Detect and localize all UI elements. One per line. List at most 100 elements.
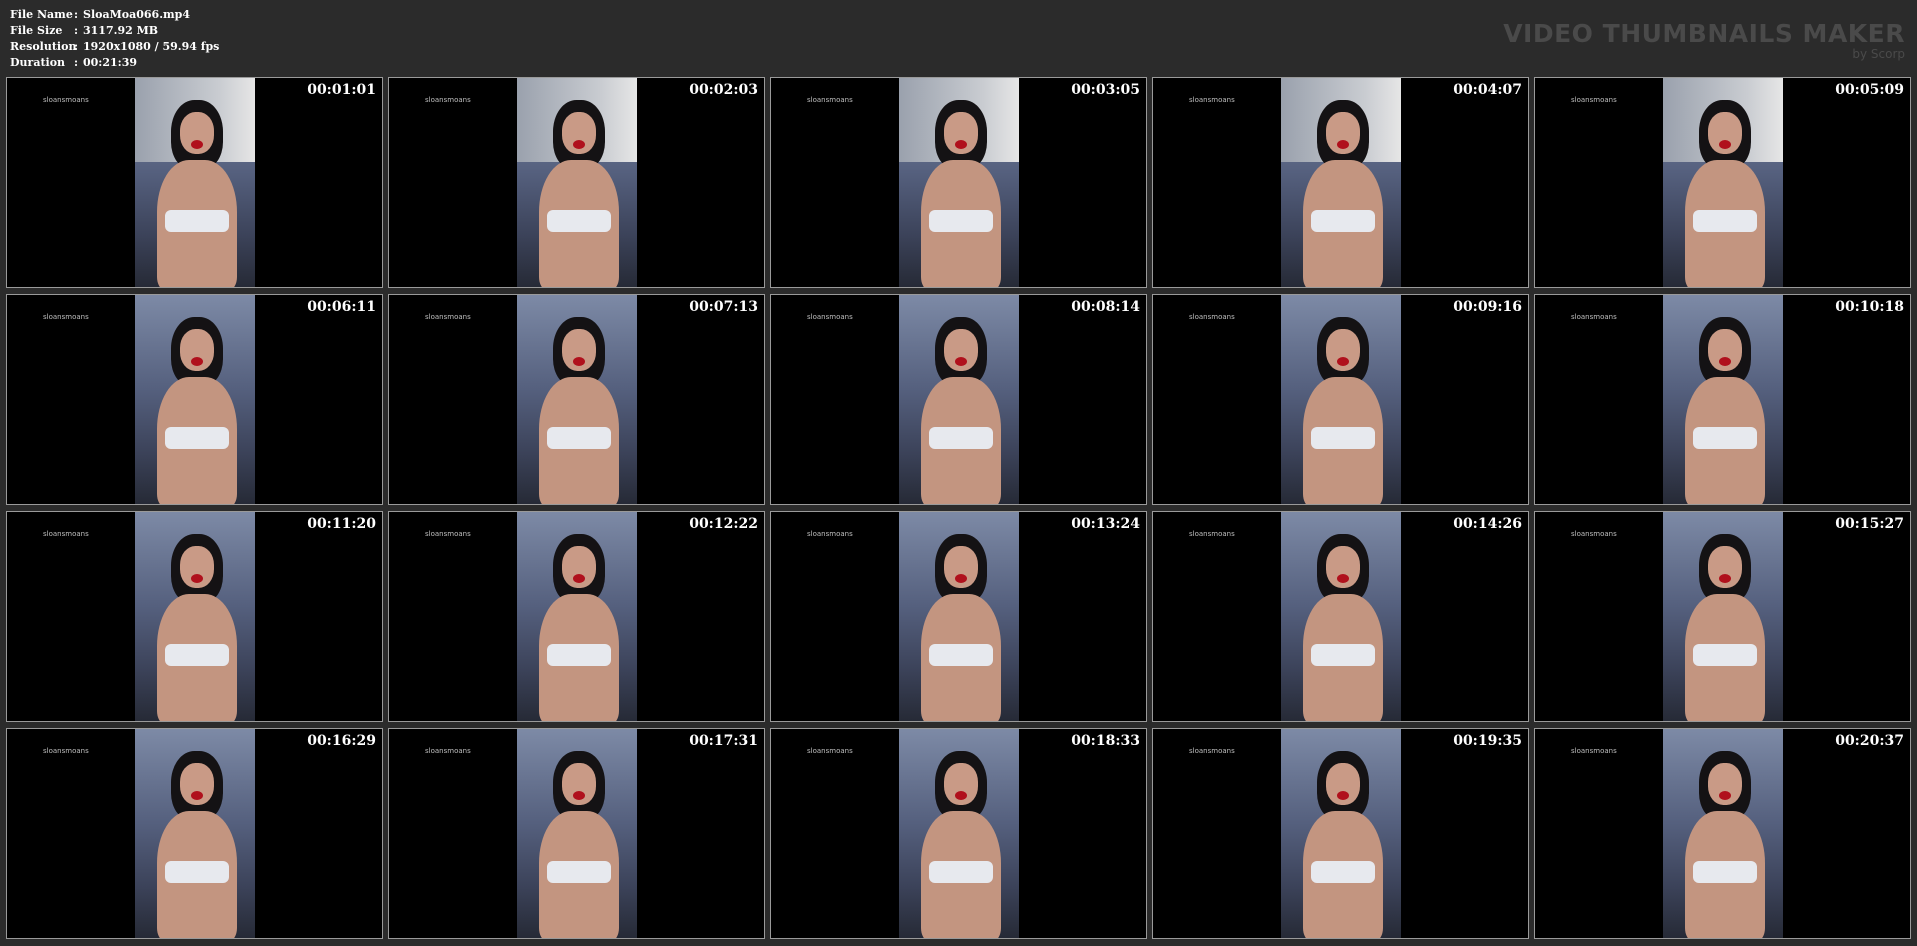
duration-label: Duration (10, 56, 66, 69)
frame-top-shape (1693, 210, 1757, 232)
resolution-row: Resolution : 1920x1080 / 59.94 fps (10, 39, 219, 55)
frame-mouth-shape (1337, 791, 1349, 800)
video-thumbnail[interactable]: sloansmoans 00:19:35 (1152, 728, 1529, 939)
video-thumbnail[interactable]: sloansmoans 00:16:29 (6, 728, 383, 939)
frame-top-shape (1311, 210, 1375, 232)
file-info-panel: File Name : SloaMoa066.mp4 File Size : 3… (10, 7, 219, 71)
frame-top-shape (1311, 644, 1375, 666)
file-name-value: SloaMoa066.mp4 (83, 8, 191, 21)
video-thumbnail[interactable]: sloansmoans 00:05:09 (1534, 77, 1911, 288)
frame-mouth-shape (1337, 140, 1349, 149)
thumbnail-frame-image (1663, 78, 1783, 287)
thumbnail-timestamp: 00:12:22 (689, 516, 758, 532)
thumbnail-timestamp: 00:01:01 (307, 82, 376, 98)
resolution-label: Resolution (10, 40, 77, 53)
thumbnail-timestamp: 00:17:31 (689, 733, 758, 749)
frame-top-shape (929, 644, 993, 666)
video-thumbnail[interactable]: sloansmoans 00:14:26 (1152, 511, 1529, 722)
duration-value: 00:21:39 (83, 56, 138, 69)
watermark-text: sloansmoans (1571, 313, 1617, 321)
frame-mouth-shape (1719, 791, 1731, 800)
video-thumbnail[interactable]: sloansmoans 00:12:22 (388, 511, 765, 722)
thumbnail-frame-image (899, 78, 1019, 287)
thumbnail-frame-image (899, 295, 1019, 504)
brand-subtitle: by Scorp (1852, 47, 1905, 61)
frame-top-shape (929, 861, 993, 883)
video-thumbnail[interactable]: sloansmoans 00:04:07 (1152, 77, 1529, 288)
watermark-text: sloansmoans (807, 747, 853, 755)
frame-top-shape (1311, 427, 1375, 449)
frame-mouth-shape (1337, 357, 1349, 366)
thumbnail-timestamp: 00:05:09 (1835, 82, 1904, 98)
frame-mouth-shape (1719, 357, 1731, 366)
duration-separator: : (74, 56, 79, 69)
file-name-row: File Name : SloaMoa066.mp4 (10, 7, 219, 23)
frame-mouth-shape (955, 140, 967, 149)
watermark-text: sloansmoans (1189, 313, 1235, 321)
thumbnail-frame-image (135, 295, 255, 504)
thumbnail-timestamp: 00:14:26 (1453, 516, 1522, 532)
video-thumbnail[interactable]: sloansmoans 00:03:05 (770, 77, 1147, 288)
video-thumbnail[interactable]: sloansmoans 00:08:14 (770, 294, 1147, 505)
watermark-text: sloansmoans (1189, 747, 1235, 755)
file-name-label: File Name (10, 8, 73, 21)
watermark-text: sloansmoans (43, 747, 89, 755)
video-thumbnail[interactable]: sloansmoans 00:17:31 (388, 728, 765, 939)
frame-top-shape (547, 861, 611, 883)
video-thumbnail[interactable]: sloansmoans 00:10:18 (1534, 294, 1911, 505)
video-thumbnail[interactable]: sloansmoans 00:06:11 (6, 294, 383, 505)
watermark-text: sloansmoans (43, 96, 89, 104)
thumbnail-timestamp: 00:03:05 (1071, 82, 1140, 98)
frame-top-shape (165, 210, 229, 232)
thumbnail-timestamp: 00:09:16 (1453, 299, 1522, 315)
video-thumbnail[interactable]: sloansmoans 00:09:16 (1152, 294, 1529, 505)
thumbnail-frame-image (1281, 295, 1401, 504)
thumbnail-timestamp: 00:04:07 (1453, 82, 1522, 98)
thumbnail-timestamp: 00:02:03 (689, 82, 758, 98)
watermark-text: sloansmoans (1189, 530, 1235, 538)
frame-mouth-shape (191, 791, 203, 800)
video-thumbnail[interactable]: sloansmoans 00:18:33 (770, 728, 1147, 939)
watermark-text: sloansmoans (43, 313, 89, 321)
video-thumbnail[interactable]: sloansmoans 00:20:37 (1534, 728, 1911, 939)
thumbnail-frame-image (517, 78, 637, 287)
brand-logo: VIDEO THUMBNAILS MAKER by Scorp (1503, 20, 1905, 61)
thumbnail-frame-image (1281, 512, 1401, 721)
file-size-value: 3117.92 MB (83, 24, 159, 37)
frame-top-shape (547, 644, 611, 666)
file-size-separator: : (74, 24, 79, 37)
thumbnail-frame-image (135, 78, 255, 287)
video-thumbnail[interactable]: sloansmoans 00:13:24 (770, 511, 1147, 722)
video-thumbnail[interactable]: sloansmoans 00:15:27 (1534, 511, 1911, 722)
frame-mouth-shape (1719, 140, 1731, 149)
thumbnail-frame-image (517, 295, 637, 504)
frame-top-shape (1693, 644, 1757, 666)
video-thumbnail[interactable]: sloansmoans 00:11:20 (6, 511, 383, 722)
thumbnail-timestamp: 00:18:33 (1071, 733, 1140, 749)
thumbnail-timestamp: 00:15:27 (1835, 516, 1904, 532)
thumbnail-timestamp: 00:19:35 (1453, 733, 1522, 749)
thumbnail-frame-image (1663, 729, 1783, 938)
watermark-text: sloansmoans (807, 96, 853, 104)
thumbnail-frame-image (517, 512, 637, 721)
video-thumbnail[interactable]: sloansmoans 00:01:01 (6, 77, 383, 288)
watermark-text: sloansmoans (807, 530, 853, 538)
file-size-label: File Size (10, 24, 63, 37)
frame-mouth-shape (191, 357, 203, 366)
frame-top-shape (165, 861, 229, 883)
frame-top-shape (1693, 861, 1757, 883)
thumbnail-frame-image (517, 729, 637, 938)
thumbnail-grid: sloansmoans 00:01:01 sloansmoans 00:02:03 sl… (6, 77, 1911, 939)
duration-row: Duration : 00:21:39 (10, 55, 219, 71)
watermark-text: sloansmoans (425, 313, 471, 321)
watermark-text: sloansmoans (1189, 96, 1235, 104)
video-thumbnail[interactable]: sloansmoans 00:02:03 (388, 77, 765, 288)
file-size-row: File Size : 3117.92 MB (10, 23, 219, 39)
frame-top-shape (165, 644, 229, 666)
thumbnail-timestamp: 00:11:20 (307, 516, 376, 532)
frame-mouth-shape (191, 140, 203, 149)
resolution-value: 1920x1080 / 59.94 fps (83, 40, 220, 53)
thumbnail-frame-image (899, 729, 1019, 938)
frame-mouth-shape (573, 791, 585, 800)
video-thumbnail[interactable]: sloansmoans 00:07:13 (388, 294, 765, 505)
